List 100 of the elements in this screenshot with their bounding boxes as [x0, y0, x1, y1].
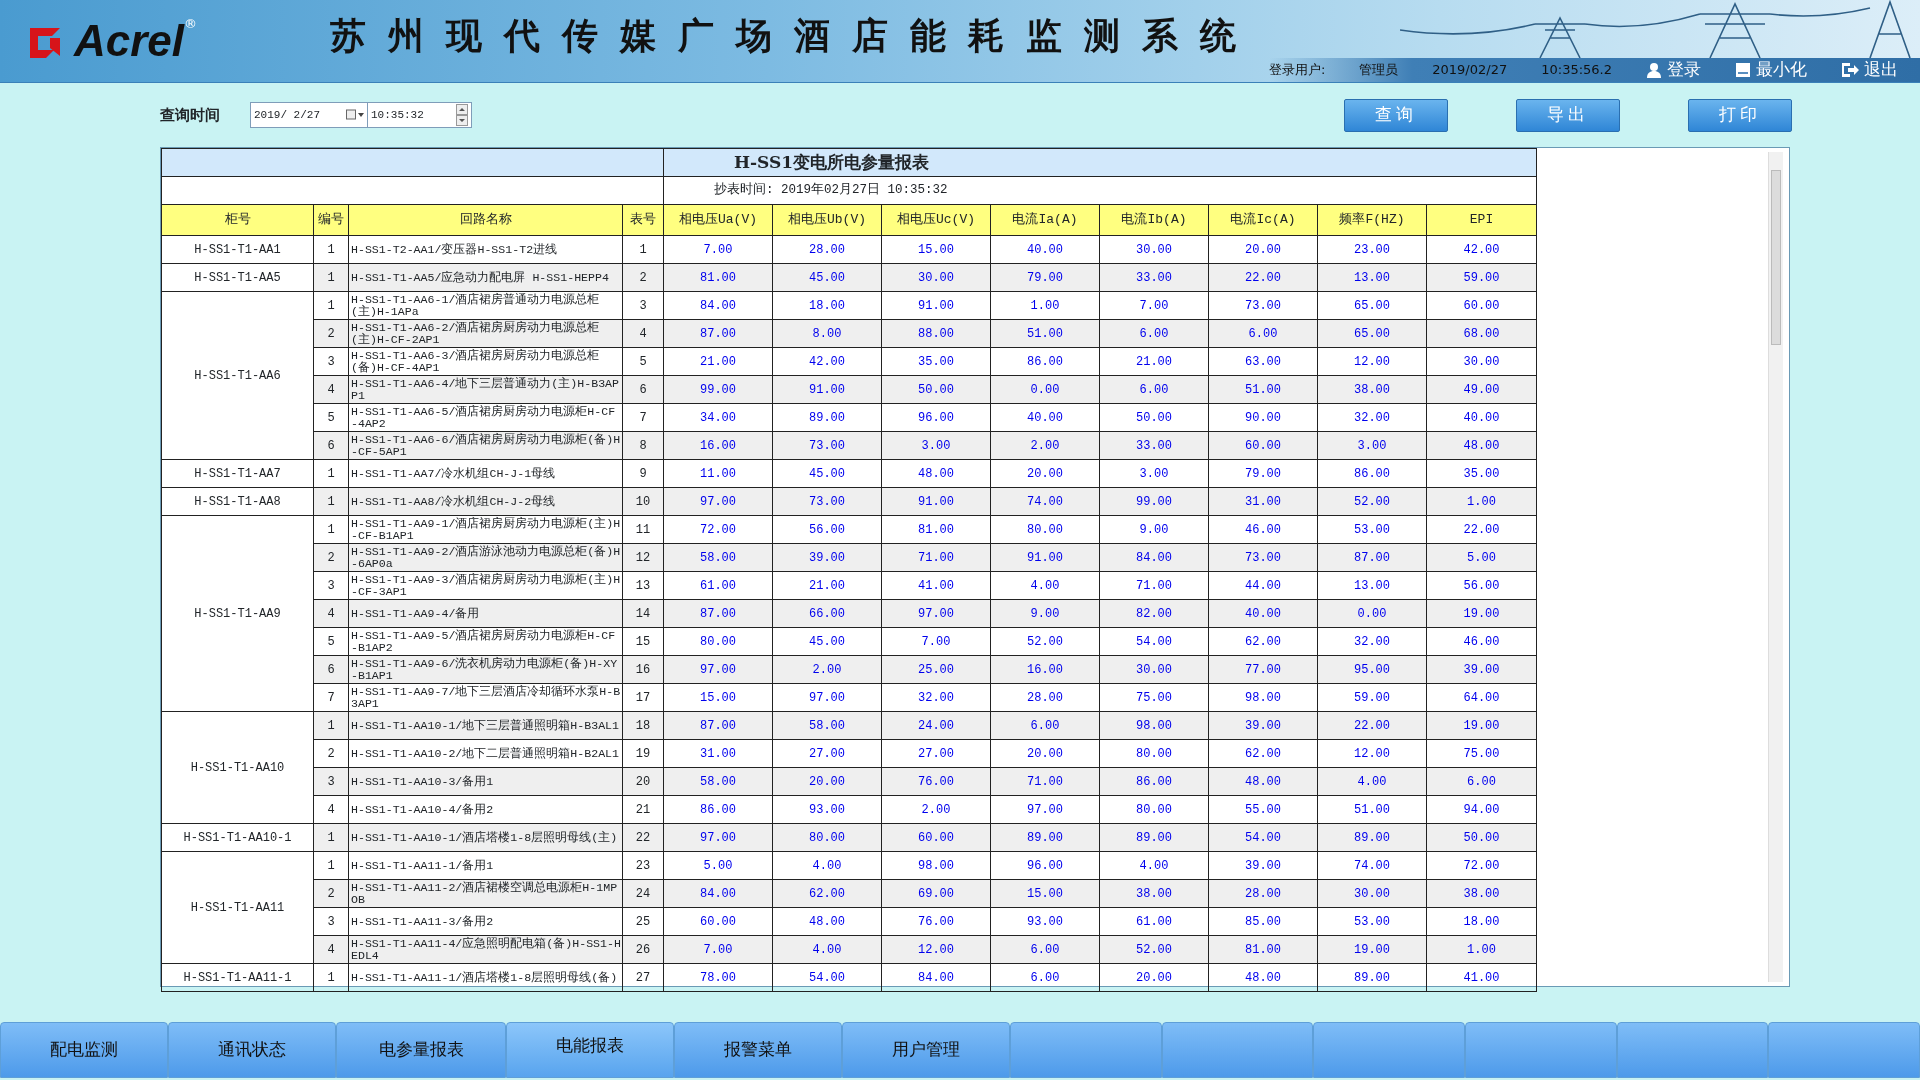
meter-cell: 23 [622, 851, 664, 880]
value-cell: 6.00 [1426, 767, 1537, 796]
scrollbar[interactable] [1768, 152, 1783, 982]
minimize-button[interactable]: 最小化 [1735, 57, 1807, 83]
date-field[interactable]: 2019/ 2/27 [250, 102, 368, 128]
value-cell: 13.00 [1317, 571, 1427, 600]
value-cell: 7.00 [663, 235, 773, 264]
value-cell: 81.00 [1208, 935, 1318, 964]
scrollbar-thumb[interactable] [1771, 170, 1781, 345]
value-cell: 12.00 [1317, 347, 1427, 376]
value-cell: 54.00 [772, 963, 882, 992]
value-cell: 49.00 [1426, 375, 1537, 404]
value-cell: 74.00 [1317, 851, 1427, 880]
date-text: 2019/02/27 [1432, 61, 1508, 80]
calendar-dropdown-icon[interactable] [346, 109, 364, 121]
value-cell: 86.00 [663, 795, 773, 824]
meter-cell: 5 [622, 347, 664, 376]
value-cell: 16.00 [663, 431, 773, 460]
exit-button[interactable]: 退出 [1841, 57, 1898, 83]
circuit-name-cell: H-SS1-T1-AA7/冷水机组CH-J-1母线 [348, 459, 623, 488]
value-cell: 78.00 [663, 963, 773, 992]
circuit-name-cell: H-SS1-T1-AA9-5/酒店裙房厨房动力电源柜H-CF-B1AP2 [348, 627, 623, 656]
circuit-name-cell: H-SS1-T1-AA9-3/酒店裙房厨房动力电源柜(主)H-CF-3AP1 [348, 571, 623, 600]
value-cell: 48.00 [772, 907, 882, 936]
column-header: 相电压Ua(V) [663, 204, 773, 236]
value-cell: 89.00 [990, 823, 1100, 852]
value-cell: 6.00 [990, 963, 1100, 992]
value-cell: 76.00 [881, 767, 991, 796]
value-cell: 20.00 [772, 767, 882, 796]
logo-text: Acrel [74, 19, 185, 63]
value-cell: 42.00 [1426, 235, 1537, 264]
value-cell: 6.00 [1208, 319, 1318, 348]
value-cell: 94.00 [1426, 795, 1537, 824]
circuit-name-cell: H-SS1-T1-AA11-4/应急照明配电箱(备)H-SS1-HEDL4 [348, 935, 623, 964]
value-cell: 66.00 [772, 599, 882, 628]
circuit-name-cell: H-SS1-T1-AA6-3/酒店裙房厨房动力电源总柜(备)H-CF-4AP1 [348, 347, 623, 376]
nav-tab[interactable]: 电能报表 [506, 1022, 674, 1078]
value-cell: 98.00 [1208, 683, 1318, 712]
column-header: 电流Ib(A) [1099, 204, 1209, 236]
value-cell: 27.00 [772, 739, 882, 768]
value-cell: 8.00 [772, 319, 882, 348]
value-cell: 28.00 [990, 683, 1100, 712]
value-cell: 30.00 [1099, 655, 1209, 684]
meter-cell: 11 [622, 515, 664, 544]
value-cell: 39.00 [772, 543, 882, 572]
value-cell: 71.00 [881, 543, 991, 572]
value-cell: 21.00 [663, 347, 773, 376]
value-cell: 11.00 [663, 459, 773, 488]
value-cell: 87.00 [663, 599, 773, 628]
meter-cell: 7 [622, 403, 664, 432]
nav-tab[interactable]: 通讯状态 [168, 1022, 336, 1078]
circuit-name-cell: H-SS1-T1-AA9-1/酒店裙房厨房动力电源柜(主)H-CF-B1AP1 [348, 515, 623, 544]
value-cell: 15.00 [881, 235, 991, 264]
meter-cell: 9 [622, 459, 664, 488]
time-field[interactable]: 10:35:32 [368, 102, 472, 128]
value-cell: 84.00 [1099, 543, 1209, 572]
value-cell: 19.00 [1426, 599, 1537, 628]
value-cell: 1.00 [990, 291, 1100, 320]
nav-tab[interactable]: 用户管理 [842, 1022, 1010, 1078]
circuit-name-cell: H-SS1-T1-AA9-7/地下三层酒店冷却循环水泵H-B3AP1 [348, 683, 623, 712]
number-cell: 5 [313, 403, 349, 432]
value-cell: 69.00 [881, 879, 991, 908]
nav-tab[interactable]: 电参量报表 [336, 1022, 506, 1078]
value-cell: 9.00 [1099, 515, 1209, 544]
value-cell: 73.00 [772, 487, 882, 516]
value-cell: 40.00 [1426, 403, 1537, 432]
value-cell: 48.00 [1426, 431, 1537, 460]
cabinet-cell: H-SS1-T1-AA9 [161, 515, 314, 712]
value-cell: 23.00 [1317, 235, 1427, 264]
value-cell: 20.00 [1208, 235, 1318, 264]
value-cell: 0.00 [1317, 599, 1427, 628]
value-cell: 46.00 [1208, 515, 1318, 544]
value-cell: 89.00 [1317, 963, 1427, 992]
nav-tab[interactable]: 配电监测 [0, 1022, 168, 1078]
value-cell: 61.00 [663, 571, 773, 600]
value-cell: 62.00 [1208, 739, 1318, 768]
minimize-icon [1735, 62, 1751, 78]
value-cell: 42.00 [772, 347, 882, 376]
value-cell: 52.00 [1099, 935, 1209, 964]
value-cell: 86.00 [1099, 767, 1209, 796]
meter-cell: 21 [622, 795, 664, 824]
value-cell: 6.00 [990, 935, 1100, 964]
value-cell: 58.00 [663, 767, 773, 796]
value-cell: 97.00 [990, 795, 1100, 824]
value-cell: 55.00 [1208, 795, 1318, 824]
report-title: H-SS1变电所电参量报表 [663, 148, 1537, 177]
login-button[interactable]: 登录 [1646, 57, 1701, 83]
value-cell: 89.00 [1099, 823, 1209, 852]
value-cell: 98.00 [1099, 711, 1209, 740]
value-cell: 72.00 [1426, 851, 1537, 880]
nav-tab[interactable]: 报警菜单 [674, 1022, 842, 1078]
value-cell: 77.00 [1208, 655, 1318, 684]
value-cell: 79.00 [990, 263, 1100, 292]
value-cell: 97.00 [663, 487, 773, 516]
number-cell: 3 [313, 907, 349, 936]
value-cell: 0.00 [990, 375, 1100, 404]
value-cell: 91.00 [772, 375, 882, 404]
spinner-icon[interactable] [456, 104, 468, 126]
number-cell: 1 [313, 851, 349, 880]
value-cell: 40.00 [990, 403, 1100, 432]
